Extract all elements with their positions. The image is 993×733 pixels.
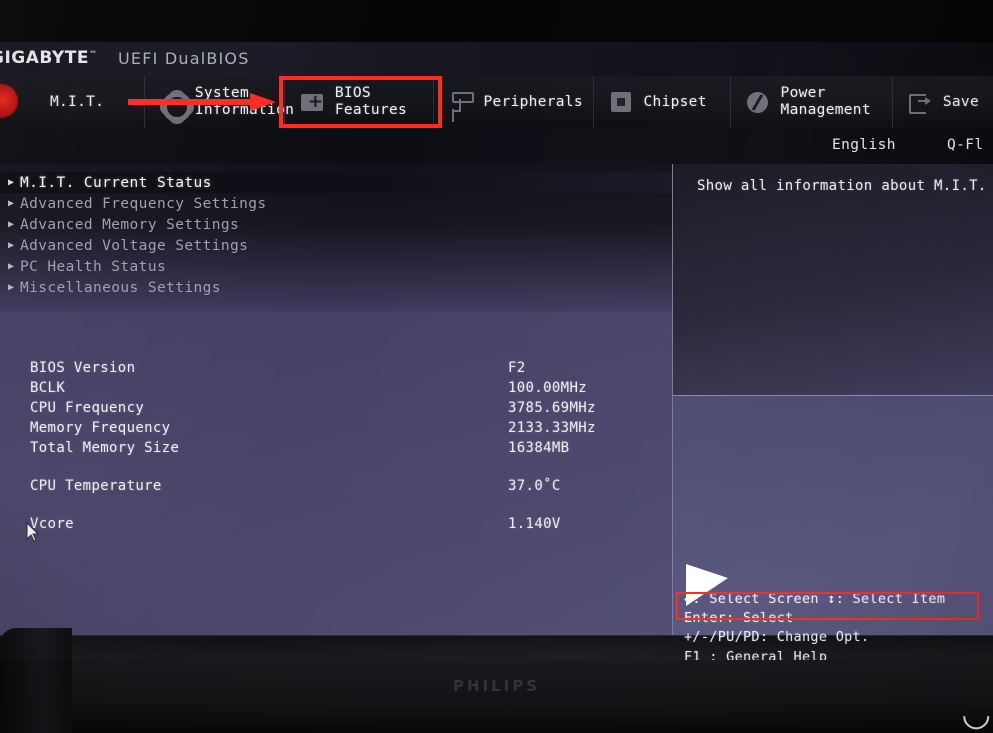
menu-item-advanced-voltage-settings[interactable]: ▶ Advanced Voltage Settings (0, 235, 672, 256)
help-description-panel: Show all information about M.I.T. s (673, 164, 993, 395)
caret-icon: ▶ (8, 219, 15, 230)
language-selector[interactable]: English (832, 137, 896, 153)
menu-item-label: Advanced Voltage Settings (20, 237, 249, 254)
firmware-title: UEFI DualBIOS (118, 49, 250, 68)
caret-icon: ▶ (8, 282, 15, 293)
menu-item-label: Advanced Frequency Settings (20, 195, 267, 212)
info-value: F2 (508, 360, 526, 376)
info-label: CPU Temperature (30, 478, 162, 494)
lightning-icon (745, 89, 771, 115)
exit-icon (907, 89, 933, 115)
menu-item-pc-health-status[interactable]: ▶ PC Health Status (0, 256, 672, 277)
tab-mit[interactable]: M.I.T. (0, 76, 145, 128)
caret-icon: ▶ (8, 177, 15, 188)
mit-icon-slot (14, 89, 40, 115)
photographed-monitor: GIGABYTE™ UEFI DualBIOS M.I.T. System In… (0, 0, 993, 733)
info-label: Memory Frequency (30, 420, 171, 436)
info-value: 37.0˚C (508, 478, 561, 494)
monitor-brand-label: PHILIPS (452, 677, 541, 695)
content-area: ▶ M.I.T. Current Status ▶ Advanced Frequ… (0, 164, 993, 660)
table-spacer (0, 460, 672, 478)
help-description-text: Show all information about M.I.T. s (697, 178, 993, 194)
mit-menu-list: ▶ M.I.T. Current Status ▶ Advanced Frequ… (0, 172, 672, 298)
caret-icon: ▶ (8, 261, 15, 272)
info-row-vcore: Vcore 1.140V (0, 516, 672, 536)
tab-peripherals-label: Peripherals (483, 93, 583, 110)
settings-pane: ▶ M.I.T. Current Status ▶ Advanced Frequ… (0, 164, 672, 660)
menu-item-miscellaneous-settings[interactable]: ▶ Miscellaneous Settings (0, 277, 672, 298)
info-row-bios-version: BIOS Version F2 (0, 360, 672, 380)
caret-icon: ▶ (8, 240, 15, 251)
tab-system-information[interactable]: System Information (145, 76, 294, 128)
menu-item-advanced-memory-settings[interactable]: ▶ Advanced Memory Settings (0, 214, 672, 235)
tab-bios-features-label: BIOS Features (334, 85, 408, 118)
tab-chipset-label: Chipset (643, 93, 707, 110)
main-tab-bar: M.I.T. System Information BIOS Features … (0, 76, 993, 128)
gear-icon (159, 89, 192, 122)
power-led-indicator: ◡ (961, 694, 991, 733)
info-value: 3785.69MHz (508, 400, 596, 416)
tab-system-information-label: System Information (194, 85, 295, 118)
caret-icon: ▶ (8, 198, 15, 209)
tab-peripherals[interactable]: Peripherals (434, 76, 594, 128)
info-label: BIOS Version (30, 360, 136, 376)
menu-item-label: Miscellaneous Settings (20, 279, 221, 296)
menu-item-mit-current-status[interactable]: ▶ M.I.T. Current Status (0, 172, 672, 193)
gigabyte-logo: GIGABYTE™ (0, 48, 97, 68)
key-legend-enter: Enter: Select (684, 610, 794, 627)
system-info-table: BIOS Version F2 BCLK 100.00MHz CPU Frequ… (0, 360, 672, 536)
info-value: 2133.33MHz (508, 420, 596, 436)
tab-power-management-label: Power Management (780, 85, 871, 118)
menu-item-advanced-frequency-settings[interactable]: ▶ Advanced Frequency Settings (0, 193, 672, 214)
info-row-cpu-frequency: CPU Frequency 3785.69MHz (0, 400, 672, 420)
info-label: BCLK (30, 380, 66, 396)
info-row-bclk: BCLK 100.00MHz (0, 380, 672, 400)
menu-item-label: PC Health Status (20, 258, 167, 275)
tab-save-label: Save (942, 93, 979, 110)
bios-screen: GIGABYTE™ UEFI DualBIOS M.I.T. System In… (0, 0, 993, 660)
tab-save[interactable]: Save (893, 76, 993, 128)
info-row-cpu-temperature: CPU Temperature 37.0˚C (0, 478, 672, 498)
key-legend-change-opt: +/-/PU/PD: Change Opt. (684, 629, 870, 646)
chip-icon (608, 89, 634, 115)
info-row-memory-frequency: Memory Frequency 2133.33MHz (0, 420, 672, 440)
plug-icon (448, 89, 474, 115)
trademark-mark: ™ (88, 49, 98, 59)
info-value: 16384MB (508, 440, 570, 456)
mouse-cursor-secondary (26, 522, 40, 542)
gigabyte-wordmark: GIGABYTE (0, 48, 89, 68)
info-label: Total Memory Size (30, 440, 180, 456)
info-row-total-memory-size: Total Memory Size 16384MB (0, 440, 672, 460)
qflash-button[interactable]: Q-Fl (947, 137, 984, 153)
key-legend-f1: F1 : General Help (684, 648, 828, 660)
folder-plus-icon (299, 89, 325, 115)
info-value: 1.140V (508, 516, 561, 532)
secondary-bar: English Q-Fl (0, 128, 993, 164)
info-label: CPU Frequency (30, 400, 145, 416)
menu-item-label: Advanced Memory Settings (20, 216, 240, 233)
menu-item-label: M.I.T. Current Status (20, 174, 212, 191)
tab-bios-features[interactable]: BIOS Features (285, 76, 434, 128)
tab-mit-label: M.I.T. (50, 93, 105, 110)
tab-power-management[interactable]: Power Management (731, 76, 893, 128)
mouse-cursor (684, 562, 730, 608)
tab-chipset[interactable]: Chipset (594, 76, 731, 128)
table-spacer (0, 498, 672, 516)
monitor-bezel-left (0, 628, 72, 733)
info-value: 100.00MHz (508, 380, 588, 396)
